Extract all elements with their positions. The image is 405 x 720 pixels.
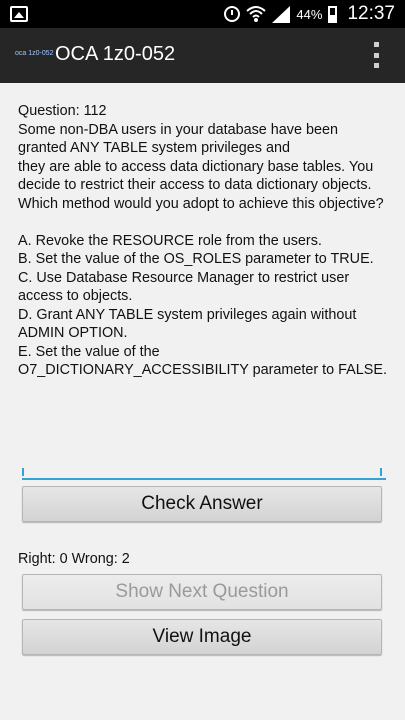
status-bar: 44% 12:37 bbox=[0, 0, 405, 28]
signal-icon bbox=[272, 5, 291, 23]
battery-icon bbox=[328, 5, 338, 23]
question-text: Question: 112 Some non-DBA users in your… bbox=[18, 103, 387, 378]
score-text: Right: 0 Wrong: 2 bbox=[18, 551, 130, 567]
wifi-icon bbox=[246, 5, 267, 23]
gallery-icon bbox=[10, 6, 28, 22]
app-logo: oca 1z0-052 bbox=[15, 50, 54, 57]
input-left-edge bbox=[22, 468, 24, 476]
view-image-button[interactable]: View Image bbox=[22, 619, 382, 655]
alarm-icon bbox=[224, 6, 241, 22]
clock: 12:37 bbox=[347, 3, 395, 24]
status-icons: 44% 12:37 bbox=[224, 3, 395, 25]
app-bar: oca 1z0-052 OCA 1z0-052 bbox=[0, 28, 405, 83]
battery-percentage: 44% bbox=[296, 6, 323, 22]
input-right-edge bbox=[380, 468, 382, 476]
check-answer-button[interactable]: Check Answer bbox=[22, 486, 382, 522]
app-title: OCA 1z0-052 bbox=[55, 43, 176, 65]
answer-input[interactable] bbox=[22, 452, 386, 480]
show-next-question-button[interactable]: Show Next Question bbox=[22, 574, 382, 610]
overflow-menu-icon[interactable] bbox=[373, 42, 379, 68]
